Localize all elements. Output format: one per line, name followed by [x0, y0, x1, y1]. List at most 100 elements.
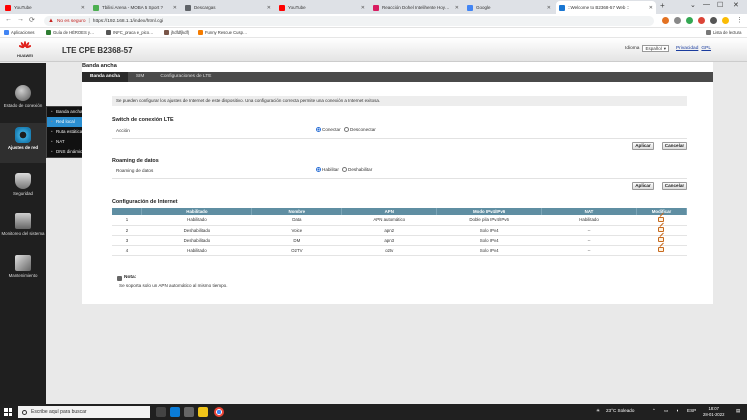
table-cell: Solo IPv4: [436, 235, 542, 246]
gear-icon: [15, 127, 31, 143]
close-icon[interactable]: ✕: [267, 5, 271, 11]
browser-tab[interactable]: Google ✕: [464, 1, 554, 14]
edit-icon[interactable]: [658, 227, 665, 232]
reload-button[interactable]: ⟳: [29, 16, 35, 24]
file-explorer-icon[interactable]: [198, 407, 208, 417]
tab-favicon-icon: [93, 4, 99, 11]
close-icon[interactable]: ✕: [361, 5, 365, 11]
column-header: Habilitado: [141, 208, 253, 215]
divider: [112, 138, 687, 139]
close-icon[interactable]: ✕: [649, 5, 653, 11]
new-tab-button[interactable]: +: [660, 1, 665, 10]
menu-kebab-icon[interactable]: ⋮: [736, 16, 743, 24]
nav-item-label: Seguridad: [12, 191, 34, 196]
column-header: Modo IPv4/IPv6: [436, 208, 543, 215]
edit-icon[interactable]: [658, 216, 665, 222]
radio-button[interactable]: [344, 127, 349, 132]
input-language[interactable]: ESP: [687, 408, 696, 413]
back-button[interactable]: ←: [5, 16, 12, 23]
windows-start-icon[interactable]: [4, 408, 12, 416]
note-text: Se soporta solo un APN automático al mis…: [119, 283, 228, 288]
bookmark-item[interactable]: jhdfdfjkdf): [164, 30, 189, 35]
extension-icon[interactable]: [710, 17, 717, 24]
store-icon[interactable]: [184, 407, 194, 417]
roaming-label: Roaming de datos: [116, 168, 154, 173]
privacy-link[interactable]: Privacidad: [676, 46, 698, 51]
table-row: 1 Habilitado Data APN automático Doble p…: [112, 215, 687, 226]
security-status[interactable]: No es seguro: [57, 19, 86, 24]
bookmark-item[interactable]: Funny Rescue Cusp…: [198, 30, 247, 35]
search-icon: [22, 409, 27, 415]
close-icon[interactable]: ✕: [81, 5, 85, 11]
forward-button[interactable]: →: [17, 16, 24, 23]
browser-tab[interactable]: YouTube ✕: [2, 1, 88, 14]
close-window-button[interactable]: ✕: [733, 1, 739, 9]
apply-button[interactable]: Aplicar: [632, 142, 654, 150]
download-icon: [185, 4, 191, 11]
close-icon[interactable]: ✕: [547, 5, 551, 11]
radio-button-selected[interactable]: [316, 127, 321, 132]
table-cell: Deshabilitado: [141, 235, 252, 246]
close-icon[interactable]: ✕: [455, 5, 459, 11]
radio-enable-roaming[interactable]: Habilitar: [316, 167, 339, 172]
weather-text[interactable]: 23°C Soleado: [606, 408, 634, 413]
clock[interactable]: 18:07 28-01-2022: [703, 406, 724, 418]
tab-sim[interactable]: SIM: [128, 72, 153, 82]
extension-icon[interactable]: [686, 17, 693, 24]
bookmark-item[interactable]: INFC_praca e_pico…: [106, 30, 153, 35]
gpl-link[interactable]: GPL: [701, 46, 711, 51]
reading-list-icon: [706, 30, 711, 35]
radio-button-selected[interactable]: [316, 167, 321, 172]
nav-item-network-settings[interactable]: Ajustes de red: [0, 123, 46, 163]
browser-tab[interactable]: Reacción Dohel Intelihente Hoy… ✕: [370, 1, 462, 14]
table-cell: 3: [112, 235, 142, 246]
browser-tab[interactable]: YouTube ✕: [276, 1, 368, 14]
taskbar-search-input[interactable]: Escribe aquí para buscar: [18, 406, 150, 418]
bookmark-favicon-icon: [106, 30, 111, 35]
network-icon[interactable]: ▭: [664, 408, 668, 414]
weather-icon[interactable]: ☀: [596, 408, 600, 414]
radio-disable-roaming[interactable]: Deshabilitar: [342, 167, 372, 172]
edit-icon[interactable]: [658, 237, 665, 242]
browser-tab[interactable]: Tbilisi Arena - MOBA 5 Sport ? ✕: [90, 1, 180, 14]
reading-list[interactable]: Lista de lectura: [706, 30, 741, 35]
profile-avatar[interactable]: [722, 17, 729, 24]
radio-button[interactable]: [342, 167, 347, 172]
reading-list-label: Lista de lectura: [713, 30, 742, 35]
cancel-button[interactable]: Cancelar: [662, 142, 687, 150]
nav-item-connection-status[interactable]: Estado de conexión: [0, 81, 46, 121]
task-view-icon[interactable]: [156, 407, 166, 417]
bookmark-apps[interactable]: Aplicaciones: [4, 30, 35, 35]
nav-item-security[interactable]: Seguridad: [0, 169, 46, 209]
extension-icon[interactable]: [698, 17, 705, 24]
volume-icon[interactable]: ◖: [676, 408, 679, 413]
tab-lte-settings[interactable]: Configuraciones de LTE: [152, 72, 219, 82]
divider: [112, 178, 687, 179]
nav-item-maintenance[interactable]: Mantenimiento: [0, 251, 46, 291]
minimize-button[interactable]: —: [703, 1, 710, 8]
notifications-icon[interactable]: ▤: [736, 408, 740, 414]
radio-connect[interactable]: Conectar: [316, 127, 341, 132]
table-row: 3 Deshabilitado DM apn3 Solo IPv4 --: [112, 235, 687, 246]
nav-item-system-monitor[interactable]: Monitoreo del sistema: [0, 209, 46, 249]
table-cell: Doble pila IPv4/IPv6: [436, 215, 542, 226]
radio-disconnect[interactable]: Desconectar: [344, 127, 376, 132]
apply-button[interactable]: Aplicar: [632, 182, 654, 190]
cancel-button[interactable]: Cancelar: [662, 182, 687, 190]
language-select[interactable]: Español ▾: [642, 45, 669, 52]
chrome-icon[interactable]: [214, 407, 224, 417]
tab-broadband[interactable]: Banda ancha: [82, 72, 128, 82]
close-icon[interactable]: ✕: [173, 5, 177, 11]
bookmark-item[interactable]: Guía de HÉROES y…: [46, 30, 94, 35]
tray-chevron-up-icon[interactable]: ⌃: [652, 408, 656, 414]
url-input[interactable]: ▲ No es seguro | https://192.168.1.1/ind…: [44, 16, 654, 26]
extension-fox-icon[interactable]: [662, 17, 669, 24]
tab-search-icon[interactable]: ⌄: [690, 1, 696, 9]
browser-tab-active[interactable]: ::Welcome to B2368-57 Web :: ✕: [556, 1, 656, 14]
edge-icon[interactable]: [170, 407, 180, 417]
edit-icon[interactable]: [658, 247, 665, 252]
browser-tab[interactable]: Descargas ✕: [182, 1, 274, 14]
maximize-button[interactable]: ☐: [717, 1, 723, 9]
radio-label: Conectar: [322, 127, 341, 132]
extension-puzzle-icon[interactable]: [674, 17, 681, 24]
